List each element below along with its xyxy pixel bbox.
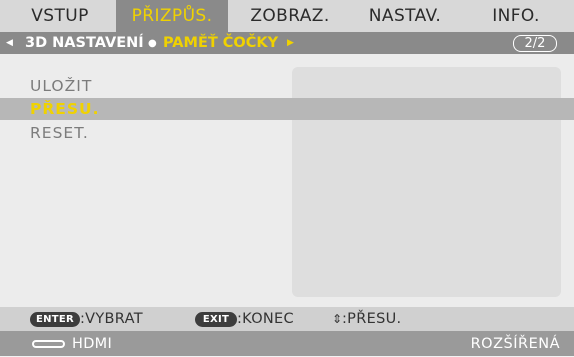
hdmi-icon	[32, 340, 65, 348]
tab-prizpus[interactable]: PŘIZPŮS.	[116, 0, 228, 32]
osd-menu: VSTUP PŘIZPŮS. ZOBRAZ. NASTAV. INFO. ◀ 3…	[0, 0, 574, 356]
tab-nastav[interactable]: NASTAV.	[350, 0, 460, 32]
breadcrumb-parent[interactable]: 3D NASTAVENÍ	[25, 32, 144, 55]
up-down-icon: ⇕	[332, 312, 343, 326]
page-indicator: 2/2	[513, 35, 557, 52]
menu-item-presu[interactable]: PŘESU.	[0, 98, 574, 120]
breadcrumb-right-arrow-icon[interactable]: ▶	[287, 32, 294, 55]
breadcrumb-separator-icon: ●	[148, 38, 157, 49]
tab-zobraz[interactable]: ZOBRAZ.	[234, 0, 346, 32]
exit-key-badge: EXIT	[195, 312, 237, 327]
menu-mode-label: ROZŠÍŘENÁ	[470, 336, 560, 352]
breadcrumb-current: PAMĚŤ ČOČKY	[163, 35, 279, 51]
exit-hint-label: :KONEC	[237, 311, 294, 327]
tab-info[interactable]: INFO.	[463, 0, 569, 32]
status-bar: HDMI ROZŠÍŘENÁ	[0, 331, 574, 356]
menu-item-ulozit[interactable]: ULOŽIT	[0, 75, 92, 97]
move-hint-label: :PŘESU.	[342, 311, 402, 327]
key-hint-bar: ENTER :VYBRAT EXIT :KONEC ⇕ :PŘESU.	[0, 307, 574, 331]
breadcrumb: ◀ 3D NASTAVENÍ ● PAMĚŤ ČOČKY ▶ 2/2	[0, 32, 574, 54]
menu-item-reset[interactable]: RESET.	[0, 122, 89, 144]
enter-hint-label: :VYBRAT	[80, 311, 143, 327]
tab-vstup[interactable]: VSTUP	[10, 0, 110, 32]
enter-key-badge: ENTER	[30, 312, 80, 327]
breadcrumb-left-arrow-icon[interactable]: ◀	[6, 32, 13, 55]
menu-tabs: VSTUP PŘIZPŮS. ZOBRAZ. NASTAV. INFO.	[0, 0, 574, 32]
input-source-label: HDMI	[72, 336, 113, 352]
